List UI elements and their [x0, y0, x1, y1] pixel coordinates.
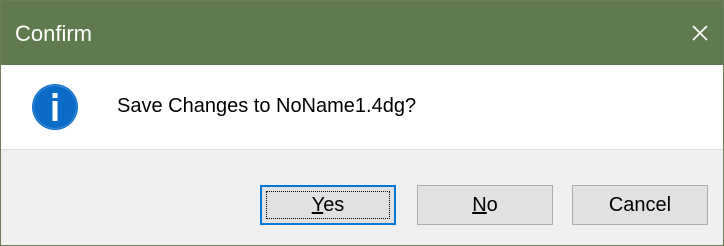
button-bar: Yes No Cancel: [1, 149, 723, 245]
yes-label-rest: es: [323, 194, 345, 216]
close-button[interactable]: [677, 1, 723, 65]
message-area: Save Changes to NoName1.4dg?: [1, 65, 723, 149]
title-bar[interactable]: Confirm: [1, 1, 723, 65]
cancel-button[interactable]: Cancel: [572, 185, 708, 225]
yes-mnemonic: Y: [311, 194, 324, 216]
info-icon: [32, 84, 78, 130]
message-text: Save Changes to NoName1.4dg?: [117, 95, 417, 117]
confirm-dialog: Confirm Save Changes to NoName1.4dg? Yes…: [0, 0, 724, 246]
dialog-title: Confirm: [15, 21, 93, 46]
yes-button[interactable]: Yes: [260, 185, 396, 225]
no-label-rest: o: [486, 194, 498, 216]
close-icon: [692, 25, 708, 41]
no-button[interactable]: No: [417, 185, 553, 225]
no-mnemonic: N: [472, 194, 487, 216]
